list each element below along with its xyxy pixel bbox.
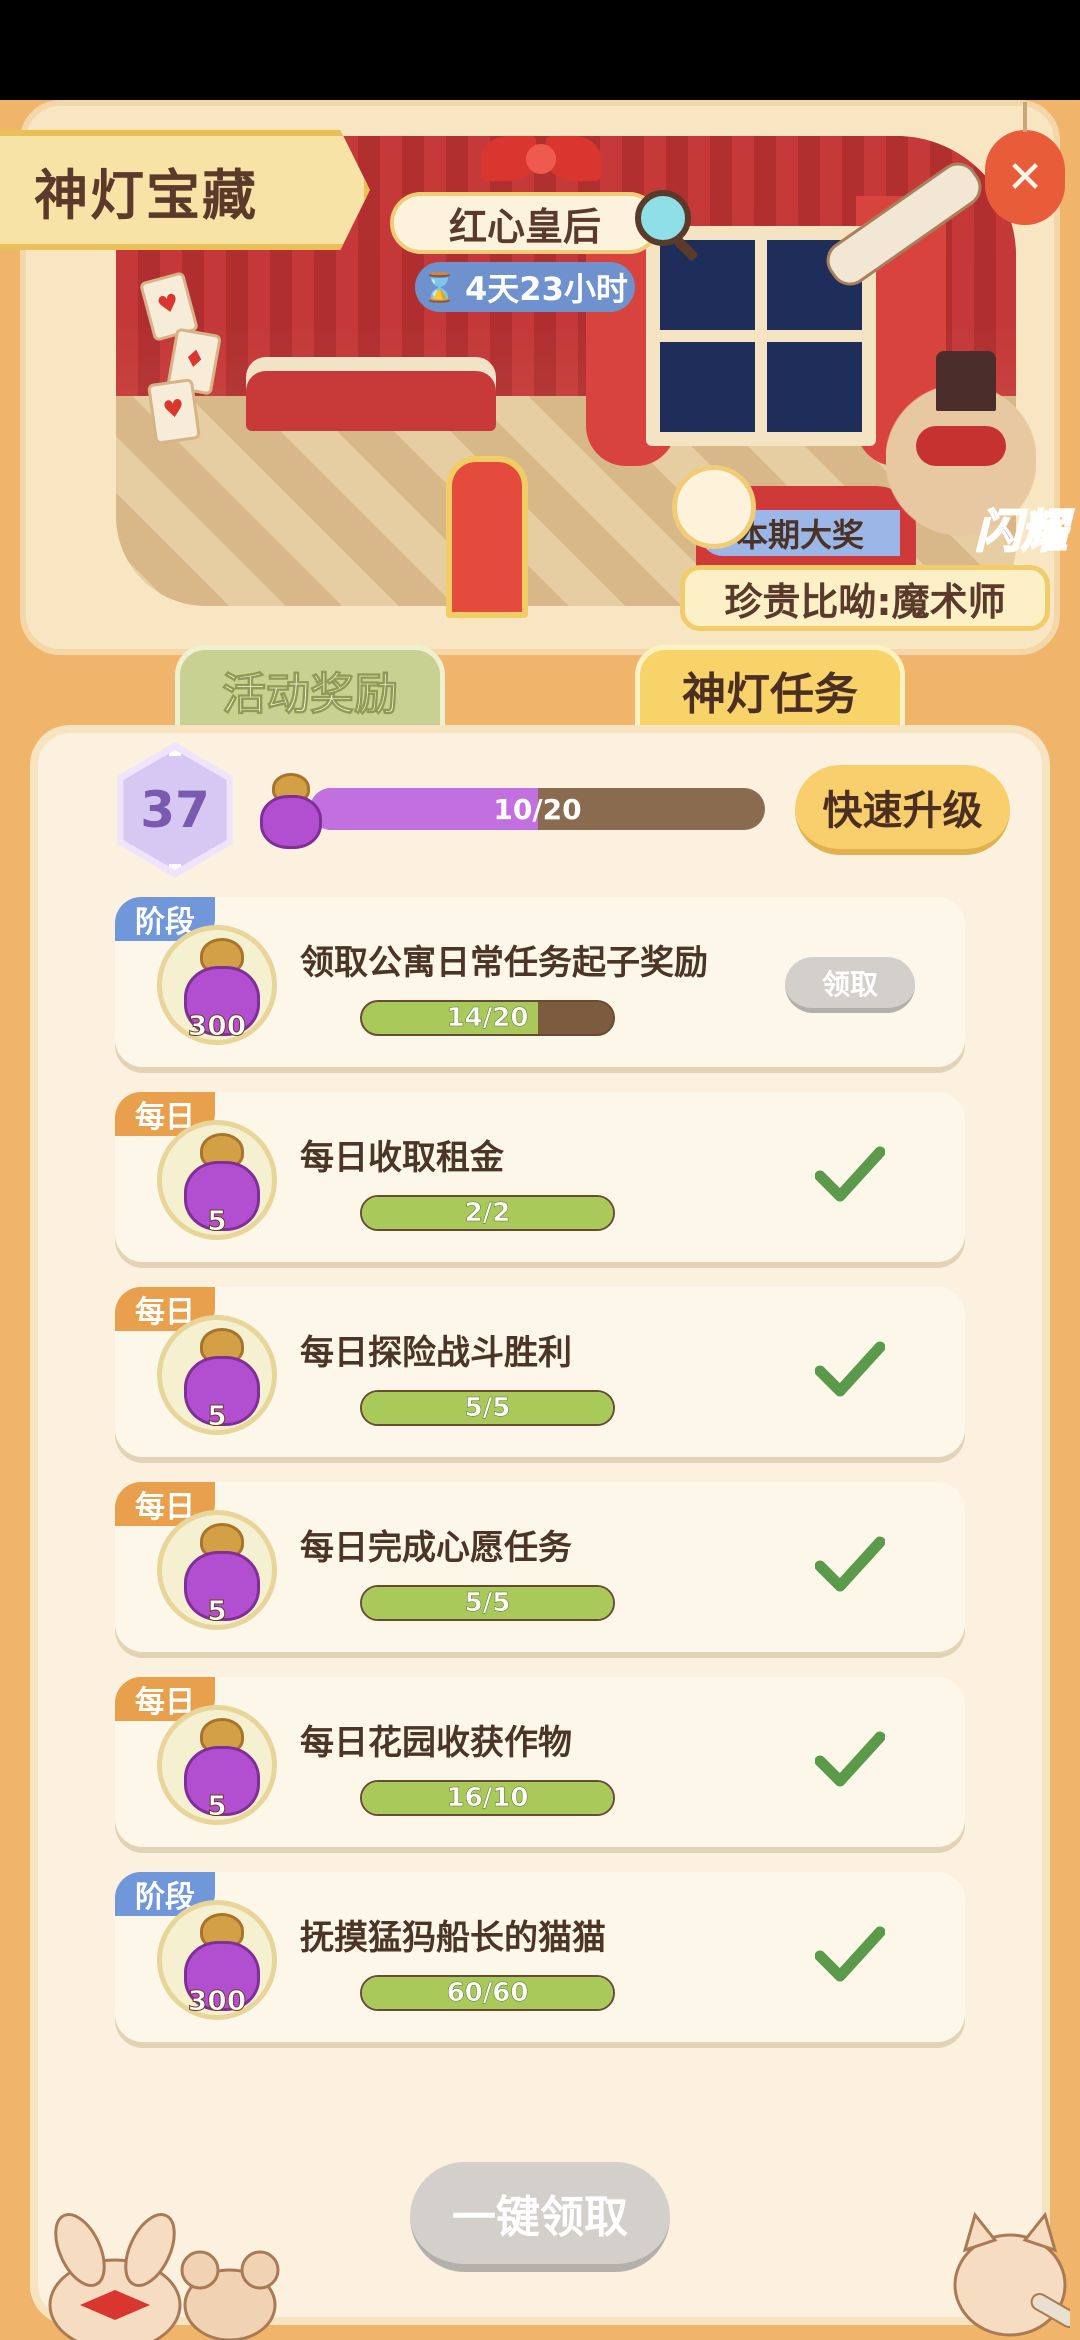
task-progress-bar: 60/60 bbox=[360, 1975, 615, 2011]
door-decoration bbox=[446, 456, 528, 618]
task-card: 阶段 300 领取公寓日常任务起子奖励 14/20 领取 bbox=[115, 897, 965, 1067]
quick-upgrade-button[interactable]: 快速升级 bbox=[795, 765, 1010, 855]
checkmark-icon bbox=[815, 1731, 885, 1787]
event-title-plate: 神灯宝藏 bbox=[0, 130, 370, 250]
exp-progress-text: 10/20 bbox=[493, 792, 582, 826]
task-title: 每日探险战斗胜利 bbox=[300, 1333, 572, 1373]
tab-lamp-tasks[interactable]: 神灯任务 bbox=[635, 645, 905, 730]
task-progress-text: 16/10 bbox=[446, 1783, 529, 1814]
reward-amount: 5 bbox=[207, 1789, 227, 1823]
event-title: 神灯宝藏 bbox=[34, 163, 258, 227]
checkmark-icon bbox=[815, 1536, 885, 1592]
task-card: 每日 5 每日完成心愿任务 5/5 bbox=[115, 1482, 965, 1652]
task-progress-text: 14/20 bbox=[446, 1003, 529, 1034]
status-bar bbox=[0, 0, 1080, 100]
bunny-mascot-decoration bbox=[180, 2250, 280, 2340]
theme-name[interactable]: 红心皇后 bbox=[390, 192, 660, 254]
task-progress-bar: 16/10 bbox=[360, 1780, 615, 1816]
task-title: 每日收取租金 bbox=[300, 1138, 504, 1178]
grand-prize-name[interactable]: 珍贵比呦:魔术师 bbox=[680, 565, 1050, 631]
task-card: 每日 5 每日花园收获作物 16/10 bbox=[115, 1677, 965, 1847]
reward-amount: 5 bbox=[207, 1204, 227, 1238]
close-button[interactable]: ✕ bbox=[985, 102, 1065, 225]
task-progress-bar: 5/5 bbox=[360, 1585, 615, 1621]
bow-decoration bbox=[481, 126, 601, 196]
reward-amount: 5 bbox=[207, 1594, 227, 1628]
task-progress-text: 2/2 bbox=[464, 1198, 511, 1229]
reward-amount: 5 bbox=[207, 1399, 227, 1433]
task-title: 每日完成心愿任务 bbox=[300, 1528, 572, 1568]
reward-amount: 300 bbox=[187, 1009, 247, 1043]
claim-button[interactable]: 领取 bbox=[785, 957, 915, 1013]
task-progress-text: 5/5 bbox=[464, 1393, 511, 1424]
task-title: 领取公寓日常任务起子奖励 bbox=[300, 943, 708, 983]
task-progress-bar: 2/2 bbox=[360, 1195, 615, 1231]
shine-tag: 闪耀 bbox=[974, 503, 1068, 559]
exp-progress-bar: 10/20 bbox=[310, 788, 765, 830]
reward-circle: 300 bbox=[157, 925, 277, 1045]
reward-amount: 300 bbox=[187, 1984, 247, 2018]
checkmark-icon bbox=[815, 1926, 885, 1982]
reward-circle: 5 bbox=[157, 1120, 277, 1240]
task-card: 每日 5 每日探险战斗胜利 5/5 bbox=[115, 1287, 965, 1457]
cat-mascot-decoration bbox=[953, 2211, 1070, 2337]
magnifier-icon[interactable] bbox=[635, 190, 691, 246]
checkmark-icon bbox=[815, 1146, 885, 1202]
hourglass-icon: ⌛ bbox=[422, 270, 458, 304]
task-title: 每日花园收获作物 bbox=[300, 1723, 572, 1763]
lamp-jar-icon bbox=[258, 773, 324, 849]
reward-circle: 5 bbox=[157, 1510, 277, 1630]
close-icon: ✕ bbox=[1006, 152, 1044, 203]
task-progress-text: 5/5 bbox=[464, 1588, 511, 1619]
task-card: 阶段 300 抚摸猛犸船长的猫猫 60/60 bbox=[115, 1872, 965, 2042]
checkmark-icon bbox=[815, 1341, 885, 1397]
reward-circle: 5 bbox=[157, 1705, 277, 1825]
grand-prize-avatar[interactable] bbox=[672, 465, 756, 549]
reward-circle: 5 bbox=[157, 1315, 277, 1435]
bunny-mascot-decoration bbox=[48, 2213, 182, 2340]
playing-cards-decoration: ♥ ♦ ♥ bbox=[138, 271, 236, 445]
task-title: 抚摸猛犸船长的猫猫 bbox=[300, 1918, 606, 1958]
reward-circle: 300 bbox=[157, 1900, 277, 2020]
countdown-timer: ⌛ 4天23小时 bbox=[415, 262, 635, 312]
sofa-decoration bbox=[246, 371, 496, 431]
claim-all-button[interactable]: 一键领取 bbox=[410, 2162, 670, 2272]
task-progress-bar: 14/20 bbox=[360, 1000, 615, 1036]
task-progress-bar: 5/5 bbox=[360, 1390, 615, 1426]
countdown-text: 4天23小时 bbox=[465, 270, 628, 308]
task-progress-text: 60/60 bbox=[446, 1978, 529, 2009]
task-card: 每日 5 每日收取租金 2/2 bbox=[115, 1092, 965, 1262]
tab-event-rewards[interactable]: 活动奖励 bbox=[175, 645, 445, 730]
